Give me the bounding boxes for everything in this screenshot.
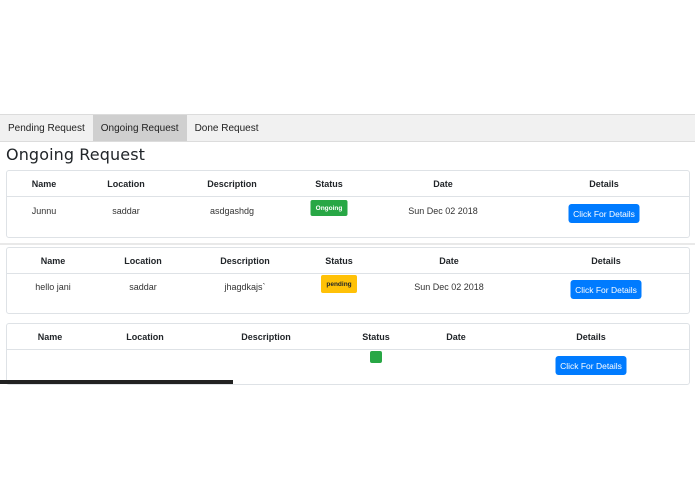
column-header-location: Location [126,332,164,342]
column-header-date: Date [433,179,453,189]
status-badge: pending [321,275,357,293]
details-button[interactable]: Click For Details [568,204,640,223]
column-header-name: Name [31,179,57,189]
details-button[interactable]: Click For Details [570,280,642,299]
cell-location: saddar [129,282,157,292]
status-badge: Ongoing [310,200,348,216]
tab-bar: Pending Request Ongoing Request Done Req… [0,114,695,142]
column-header-status: Status [362,332,390,342]
column-header-details: Details [589,179,619,189]
column-header-description: Description [207,179,257,189]
column-header-name: Name [40,256,66,266]
request-card: Name Location Description Status Date De… [6,170,690,238]
horizontal-scrollbar[interactable] [0,380,233,384]
column-header-name: Name [37,332,63,342]
column-header-description: Description [241,332,291,342]
details-button[interactable]: Click For Details [555,356,627,375]
tab-ongoing-request[interactable]: Ongoing Request [92,115,187,141]
tab-pending-request[interactable]: Pending Request [0,115,93,141]
request-card: Name Location Description Status Date De… [6,323,690,385]
cell-date: Sun Dec 02 2018 [408,206,478,216]
column-header-status: Status [325,256,353,266]
cell-description: jhagdkajs` [224,282,266,292]
page-title: Ongoing Request [6,145,145,164]
divider [0,243,695,245]
cell-location: saddar [112,206,140,216]
tab-done-request[interactable]: Done Request [187,115,267,141]
column-header-date: Date [446,332,466,342]
cell-name: Junnu [31,206,57,216]
cell-name: hello jani [35,282,71,292]
column-header-details: Details [591,256,621,266]
column-header-status: Status [315,179,343,189]
cell-date: Sun Dec 02 2018 [414,282,484,292]
column-header-details: Details [576,332,606,342]
cell-description: asdgashdg [209,206,255,216]
column-header-description: Description [220,256,270,266]
status-badge [370,351,382,363]
column-header-location: Location [107,179,145,189]
column-header-location: Location [124,256,162,266]
request-card: Name Location Description Status Date De… [6,247,690,314]
column-header-date: Date [439,256,459,266]
